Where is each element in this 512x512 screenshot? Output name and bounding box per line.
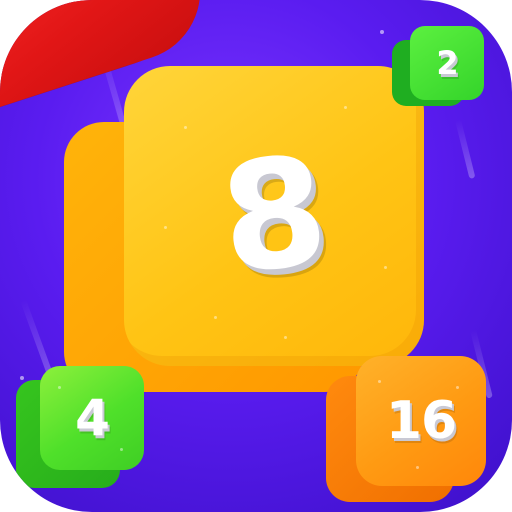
speck bbox=[344, 106, 347, 109]
tile-2-number: 2 bbox=[436, 44, 458, 82]
speck bbox=[184, 126, 187, 129]
tile-8-face: 8 bbox=[124, 66, 424, 366]
speck bbox=[456, 386, 459, 389]
speck bbox=[378, 380, 381, 383]
falling-streak bbox=[455, 119, 476, 179]
tile-4-number: 4 bbox=[75, 389, 110, 447]
tile-16-cube: 16 bbox=[326, 356, 486, 506]
tile-4-cube: 4 bbox=[16, 366, 144, 494]
tile-2-cube: 2 bbox=[392, 26, 490, 108]
sparkle-dot bbox=[380, 30, 384, 34]
tile-8-cube: 8 bbox=[60, 62, 436, 392]
speck bbox=[384, 266, 387, 269]
speck bbox=[416, 466, 419, 469]
speck bbox=[164, 226, 167, 229]
tile-2-face: 2 bbox=[410, 26, 484, 100]
speck bbox=[284, 336, 287, 339]
game-icon: 8 2 4 16 bbox=[0, 0, 512, 512]
tile-4-face: 4 bbox=[40, 366, 144, 470]
tile-8-number: 8 bbox=[213, 124, 335, 308]
tile-16-face: 16 bbox=[356, 356, 486, 486]
speck bbox=[58, 386, 61, 389]
speck bbox=[120, 448, 123, 451]
tile-16-number: 16 bbox=[385, 391, 457, 451]
speck bbox=[214, 316, 217, 319]
